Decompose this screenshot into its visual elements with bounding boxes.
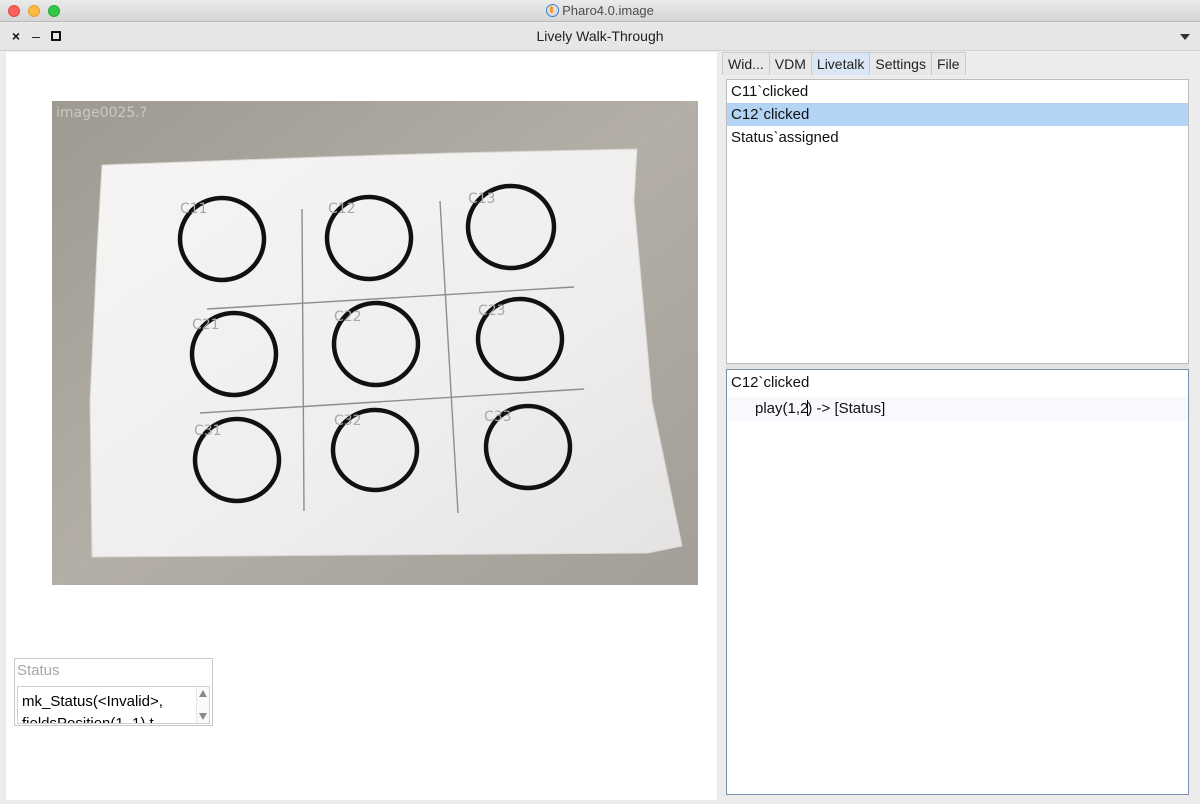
app-title-text: Pharo4.0.image [562, 3, 654, 18]
photo-overlay-text: image0025.? [56, 105, 147, 121]
status-scrollbar[interactable] [196, 687, 209, 723]
list-item[interactable]: C12`clicked [727, 103, 1188, 126]
list-item[interactable]: Status`assigned [727, 126, 1188, 149]
cell-label: C33 [484, 409, 512, 425]
status-label: Status [17, 662, 60, 679]
app-title: Pharo4.0.image [0, 3, 1200, 18]
scroll-up-icon[interactable] [199, 690, 207, 697]
status-value-line: mk_Status(<Invalid>, [22, 693, 163, 710]
window-title: Lively Walk-Through [536, 28, 664, 44]
app-window: Pharo4.0.image × – Lively Walk-Through i… [0, 0, 1200, 804]
cell-label: C13 [468, 191, 496, 207]
pharo-logo-icon [546, 4, 560, 17]
tic-tac-toe-photo[interactable]: image0025.? C11 C12 C13 C21 C22 C23 C31 … [52, 101, 698, 585]
paper-sheet [89, 148, 683, 558]
tab-widgets[interactable]: Wid... [722, 52, 770, 75]
status-widget: Status mk_Status(<Invalid>, fieldsPositi… [14, 658, 213, 726]
editor-code-after-caret: ) -> [Status] [807, 400, 886, 417]
status-value-field[interactable]: mk_Status(<Invalid>, fieldsPosition(1, 1… [17, 686, 210, 724]
cell-label: C21 [192, 317, 220, 333]
tab-bar: Wid... VDM Livetalk Settings File [722, 52, 966, 76]
window-menu-chevron-down-icon[interactable] [1180, 34, 1190, 40]
editor-code-before-caret: play(1,2 [755, 400, 809, 417]
cell-label: C32 [334, 413, 362, 429]
status-value-text: mk_Status(<Invalid>, fieldsPosition(1, 1… [22, 691, 194, 724]
editor-code-line[interactable]: play(1,2) -> [Status] [727, 397, 1188, 421]
window-header: × – Lively Walk-Through [0, 23, 1200, 51]
mac-titlebar: Pharo4.0.image [0, 0, 1200, 22]
cell-label: C23 [478, 303, 506, 319]
list-item[interactable]: C11`clicked [727, 80, 1188, 103]
cell-label: C11 [180, 201, 208, 217]
livetalk-pane: Wid... VDM Livetalk Settings File C11`cl… [720, 52, 1194, 800]
cell-label: C22 [334, 309, 362, 325]
canvas-pane: image0025.? C11 C12 C13 C21 C22 C23 C31 … [6, 52, 717, 800]
event-list[interactable]: C11`clicked C12`clicked Status`assigned [726, 79, 1189, 364]
tab-file[interactable]: File [930, 52, 966, 75]
tab-livetalk[interactable]: Livetalk [810, 52, 871, 75]
editor-event-line: C12`clicked [731, 374, 810, 391]
script-editor[interactable]: C12`clicked play(1,2) -> [Status] [726, 369, 1189, 795]
status-value-line: fieldsPosition(1, 1) t... [22, 715, 167, 724]
tab-settings[interactable]: Settings [869, 52, 932, 75]
cell-label: C31 [194, 423, 222, 439]
scroll-down-icon[interactable] [199, 713, 207, 720]
cell-label: C12 [328, 201, 356, 217]
tab-vdm[interactable]: VDM [768, 52, 812, 75]
